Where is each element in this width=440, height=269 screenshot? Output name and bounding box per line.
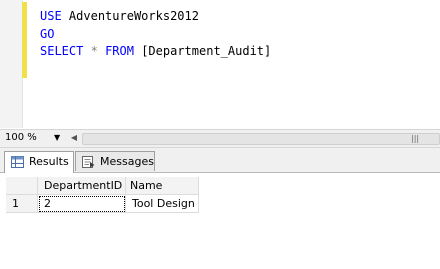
messages-icon — [82, 156, 95, 168]
operator-star: * — [90, 44, 98, 58]
keyword-use: USE — [40, 9, 62, 23]
scrollbar-track[interactable]: ||| — [82, 133, 440, 145]
zoom-value: 100 % — [5, 132, 37, 143]
row-number[interactable]: 1 — [6, 195, 38, 213]
table-cell-name[interactable]: Tool Design — [126, 195, 199, 213]
grid-icon — [11, 156, 24, 168]
tab-results[interactable]: Results — [4, 151, 74, 173]
database-name: AdventureWorks2012 — [68, 9, 199, 23]
chevron-down-icon[interactable]: ▼ — [54, 131, 60, 145]
table-name: [Department_Audit] — [141, 44, 272, 58]
horizontal-scrollbar[interactable]: ◀ ||| — [68, 131, 440, 145]
tab-messages[interactable]: Messages — [75, 151, 155, 171]
column-header-name[interactable]: Name — [126, 177, 199, 195]
keyword-select: SELECT — [40, 44, 84, 58]
grid-corner-header[interactable] — [6, 177, 38, 195]
query-editor[interactable]: USE AdventureWorks2012 GO SELECT * FROM … — [0, 0, 440, 128]
tab-messages-label: Messages — [100, 155, 154, 168]
zoom-dropdown[interactable]: 100 % ▼ — [2, 131, 64, 145]
results-grid[interactable]: DepartmentID Name 1 2 Tool Design — [0, 173, 440, 269]
table-cell-departmentid[interactable]: 2 — [38, 195, 126, 213]
changed-lines-marker — [22, 2, 27, 78]
scroll-left-icon[interactable]: ◀ — [68, 131, 80, 145]
tab-results-label: Results — [29, 155, 69, 168]
results-tab-strip: Results Messages — [0, 148, 440, 173]
keyword-go: GO — [40, 26, 55, 41]
code-area[interactable]: USE AdventureWorks2012 GO SELECT * FROM … — [40, 8, 271, 61]
keyword-from: FROM — [105, 44, 134, 58]
column-header-departmentid[interactable]: DepartmentID — [38, 177, 126, 195]
scrollbar-grip-icon[interactable]: ||| — [411, 134, 419, 144]
editor-status-row: 100 % ▼ ◀ ||| — [0, 129, 440, 148]
editor-gutter — [0, 0, 23, 128]
